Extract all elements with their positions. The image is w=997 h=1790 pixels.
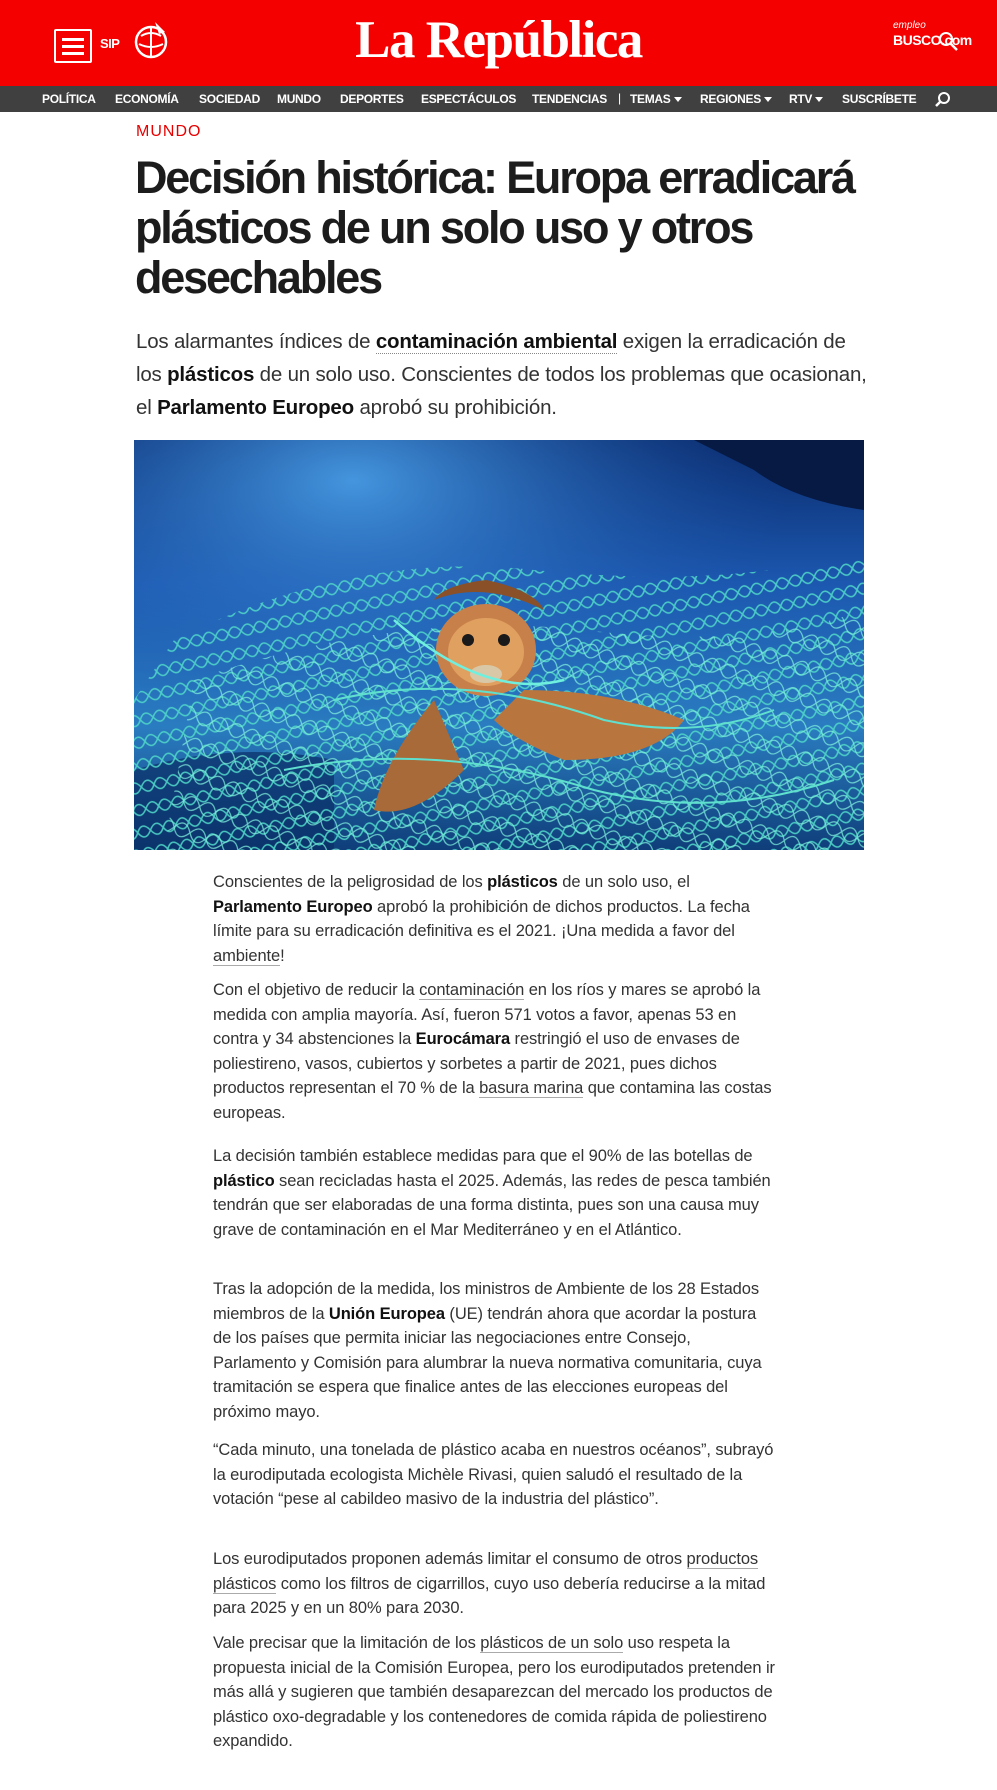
paragraph-text: ! <box>280 946 285 965</box>
paragraph-text: de un solo uso, el <box>557 873 690 891</box>
lead-text: aprobó su prohibición. <box>353 396 557 419</box>
paragraph-text: La decisión también establece medidas pa… <box>213 1147 753 1165</box>
article-lead: Los alarmantes índices de contaminación … <box>136 325 876 424</box>
nav-dropdown-rtv[interactable]: RTV <box>789 92 824 106</box>
nav-item-suscribete[interactable]: SUSCRÍBETE <box>842 92 917 106</box>
lead-text: Los alarmantes índices de <box>136 330 376 353</box>
article-paragraph: Los eurodiputados proponen además limita… <box>213 1547 778 1621</box>
nav-item-sociedad[interactable]: SOCIEDAD <box>199 92 260 106</box>
nav-dropdown-temas[interactable]: TEMAS <box>630 92 682 106</box>
article-paragraph: Vale precisar que la limitación de los p… <box>213 1631 778 1754</box>
article-headline: Decisión histórica: Europa erradicará pl… <box>135 152 856 303</box>
paragraph-text: sean recicladas hasta el 2025. Además, l… <box>213 1171 771 1239</box>
link-ambiente[interactable]: ambiente <box>213 946 280 966</box>
hero-image-turtle-in-net <box>134 440 864 850</box>
empleo-small-text: empleo <box>893 20 926 31</box>
nav-dropdown-regiones[interactable]: REGIONES <box>700 92 772 106</box>
nav-item-mundo[interactable]: MUNDO <box>277 92 321 106</box>
site-logo[interactable]: La República <box>0 10 997 70</box>
lead-bold: plásticos <box>167 363 255 386</box>
link-contaminacion[interactable]: contaminación <box>419 981 524 1000</box>
article-paragraph: Tras la adopción de la medida, los minis… <box>213 1277 778 1424</box>
paragraph-text: Los eurodiputados proponen además limita… <box>213 1550 687 1568</box>
article-paragraph: Con el objetivo de reducir la contaminac… <box>213 978 778 1125</box>
bold-text: plástico <box>213 1171 275 1190</box>
caret-down-icon <box>815 97 824 103</box>
nav-dropdown-label: REGIONES <box>700 92 761 106</box>
bold-text: Parlamento Europeo <box>213 897 373 916</box>
nav-item-tendencias[interactable]: TENDENCIAS <box>532 92 607 106</box>
nav-item-espectaculos[interactable]: ESPECTÁCULOS <box>421 92 516 106</box>
lead-bold: Parlamento Europeo <box>157 396 354 419</box>
bold-text: Unión Europea <box>328 1304 445 1323</box>
nav-dropdown-label: RTV <box>789 92 813 106</box>
empleo-big-text: BUSCO.com <box>893 32 972 48</box>
lead-link-contaminacion[interactable]: contaminación ambiental <box>375 330 617 354</box>
search-icon[interactable] <box>934 91 952 109</box>
nav-item-politica[interactable]: POLÍTICA <box>42 92 96 106</box>
nav-dropdown-label: TEMAS <box>630 92 671 106</box>
paragraph-text: Conscientes de la peligrosidad de los <box>213 873 488 891</box>
paragraph-text: como los filtros de cigarrillos, cuyo us… <box>213 1574 766 1618</box>
bold-text: plásticos <box>487 873 558 891</box>
paragraph-text: Con el objetivo de reducir la <box>213 981 420 999</box>
site-header: SIP La República empleo BUSCO.com <box>0 0 997 86</box>
empleo-busco-logo[interactable]: empleo BUSCO.com <box>893 20 972 64</box>
nav-item-deportes[interactable]: DEPORTES <box>340 92 404 106</box>
link-basura-marina[interactable]: basura marina <box>479 1079 583 1098</box>
nav-separator: | <box>618 91 622 105</box>
magnifier-icon <box>939 32 958 51</box>
article-paragraph: “Cada minuto, una tonelada de plástico a… <box>213 1441 774 1508</box>
article-paragraph: Conscientes de la peligrosidad de los pl… <box>213 870 778 968</box>
section-label[interactable]: MUNDO <box>136 123 201 141</box>
main-nav: POLÍTICA ECONOMÍA SOCIEDAD MUNDO DEPORTE… <box>0 86 997 112</box>
link-plasticos-de-un-solo[interactable]: plásticos de un solo <box>480 1634 623 1653</box>
nav-item-economia[interactable]: ECONOMÍA <box>115 92 179 106</box>
bold-text: Eurocámara <box>415 1030 511 1048</box>
caret-down-icon <box>763 97 772 103</box>
caret-down-icon <box>673 97 682 103</box>
paragraph-text: Vale precisar que la limitación de los <box>213 1634 481 1652</box>
article-paragraph: La decisión también establece medidas pa… <box>213 1144 778 1242</box>
